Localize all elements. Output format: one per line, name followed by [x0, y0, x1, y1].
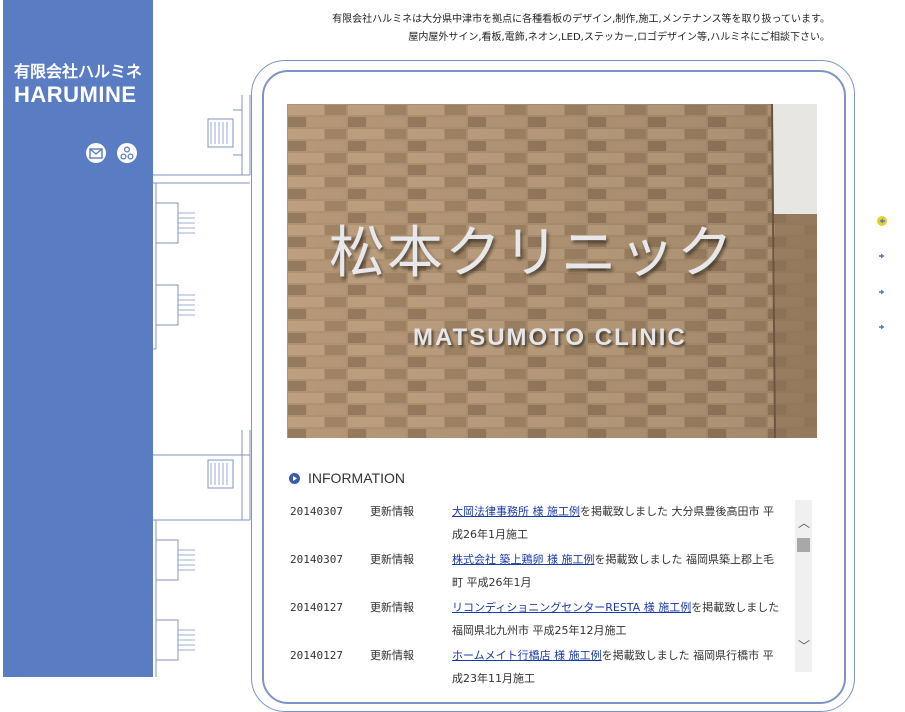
news-item: 20140127 更新情報 リコンディショニングセンターRESTA 様 施工例を… — [290, 596, 790, 642]
arrow-icon — [877, 216, 887, 226]
bolt-decoration — [153, 95, 251, 677]
news-category: 更新情報 — [370, 601, 414, 614]
news-scrollbar[interactable]: ︿ ﹀ — [795, 500, 812, 672]
news-category: 更新情報 — [370, 553, 414, 566]
scroll-up-icon[interactable]: ︿ — [798, 517, 810, 529]
news-link[interactable]: 大岡法律事務所 様 施工例 — [452, 505, 580, 518]
news-body: ホームメイト行橋店 様 施工例を掲載致しました 福岡県行橋市 平成23年11月施… — [452, 644, 782, 690]
news-link[interactable]: リコンディショニングセンターRESTA 様 施工例 — [452, 601, 691, 614]
news-category: 更新情報 — [370, 505, 414, 518]
hero-sign-jp: 松本クリニック — [329, 221, 735, 286]
brand-name-en: HARUMINE — [14, 82, 137, 107]
sitemap-icon[interactable] — [117, 143, 137, 163]
news-date: 20140307 — [290, 505, 343, 518]
hero-sign-en: MATSUMOTO CLINIC — [413, 324, 687, 351]
news-item: 20140127 更新情報 ホームメイト行橋店 様 施工例を掲載致しました 福岡… — [290, 644, 790, 690]
bullet-icon — [289, 472, 300, 484]
information-title: INFORMATION — [308, 470, 405, 486]
news-link[interactable]: 株式会社 築上鶏卵 様 施工例 — [452, 553, 595, 566]
mail-icon[interactable] — [86, 143, 106, 163]
header-description: 有限会社ハルミネは大分県中津市を拠点に各種看板のデザイン,制作,施工,メンテナン… — [300, 11, 830, 47]
header-line-1: 有限会社ハルミネは大分県中津市を拠点に各種看板のデザイン,制作,施工,メンテナン… — [332, 14, 830, 25]
header-line-2: 屋内屋外サイン,看板,電飾,ネオン,LED,ステッカー,ロゴデザイン等,ハルミネ… — [408, 32, 830, 43]
arrow-icon — [877, 251, 887, 261]
scroll-thumb[interactable] — [797, 538, 810, 552]
brand-name-jp: 有限会社ハルミネ — [14, 62, 143, 81]
scroll-down-icon[interactable]: ﹀ — [798, 640, 810, 652]
news-body: リコンディショニングセンターRESTA 様 施工例を掲載致しました 福岡県北九州… — [452, 596, 782, 642]
arrow-icon — [877, 322, 887, 332]
arrow-icon — [877, 287, 887, 297]
news-body: 大岡法律事務所 様 施工例を掲載致しました 大分県豊後高田市 平成26年1月施工 — [452, 500, 782, 546]
news-date: 20140307 — [290, 553, 343, 566]
news-body: 株式会社 築上鶏卵 様 施工例を掲載致しました 福岡県築上郡上毛町 平成26年1… — [452, 548, 782, 594]
information-heading: INFORMATION — [289, 470, 405, 486]
news-list: 20140307 更新情報 大岡法律事務所 様 施工例を掲載致しました 大分県豊… — [290, 500, 790, 690]
hero-image: 松本クリニック MATSUMOTO CLINIC — [287, 104, 817, 438]
news-item: 20140307 更新情報 株式会社 築上鶏卵 様 施工例を掲載致しました 福岡… — [290, 548, 790, 594]
news-link[interactable]: ホームメイト行橋店 様 施工例 — [452, 649, 602, 662]
news-date: 20140127 — [290, 649, 343, 662]
left-edge — [0, 0, 3, 677]
brand-logo[interactable]: 有限会社ハルミネ HARUMINE — [14, 58, 142, 108]
news-date: 20140127 — [290, 601, 343, 614]
news-category: 更新情報 — [370, 649, 414, 662]
news-item: 20140307 更新情報 大岡法律事務所 様 施工例を掲載致しました 大分県豊… — [290, 500, 790, 546]
